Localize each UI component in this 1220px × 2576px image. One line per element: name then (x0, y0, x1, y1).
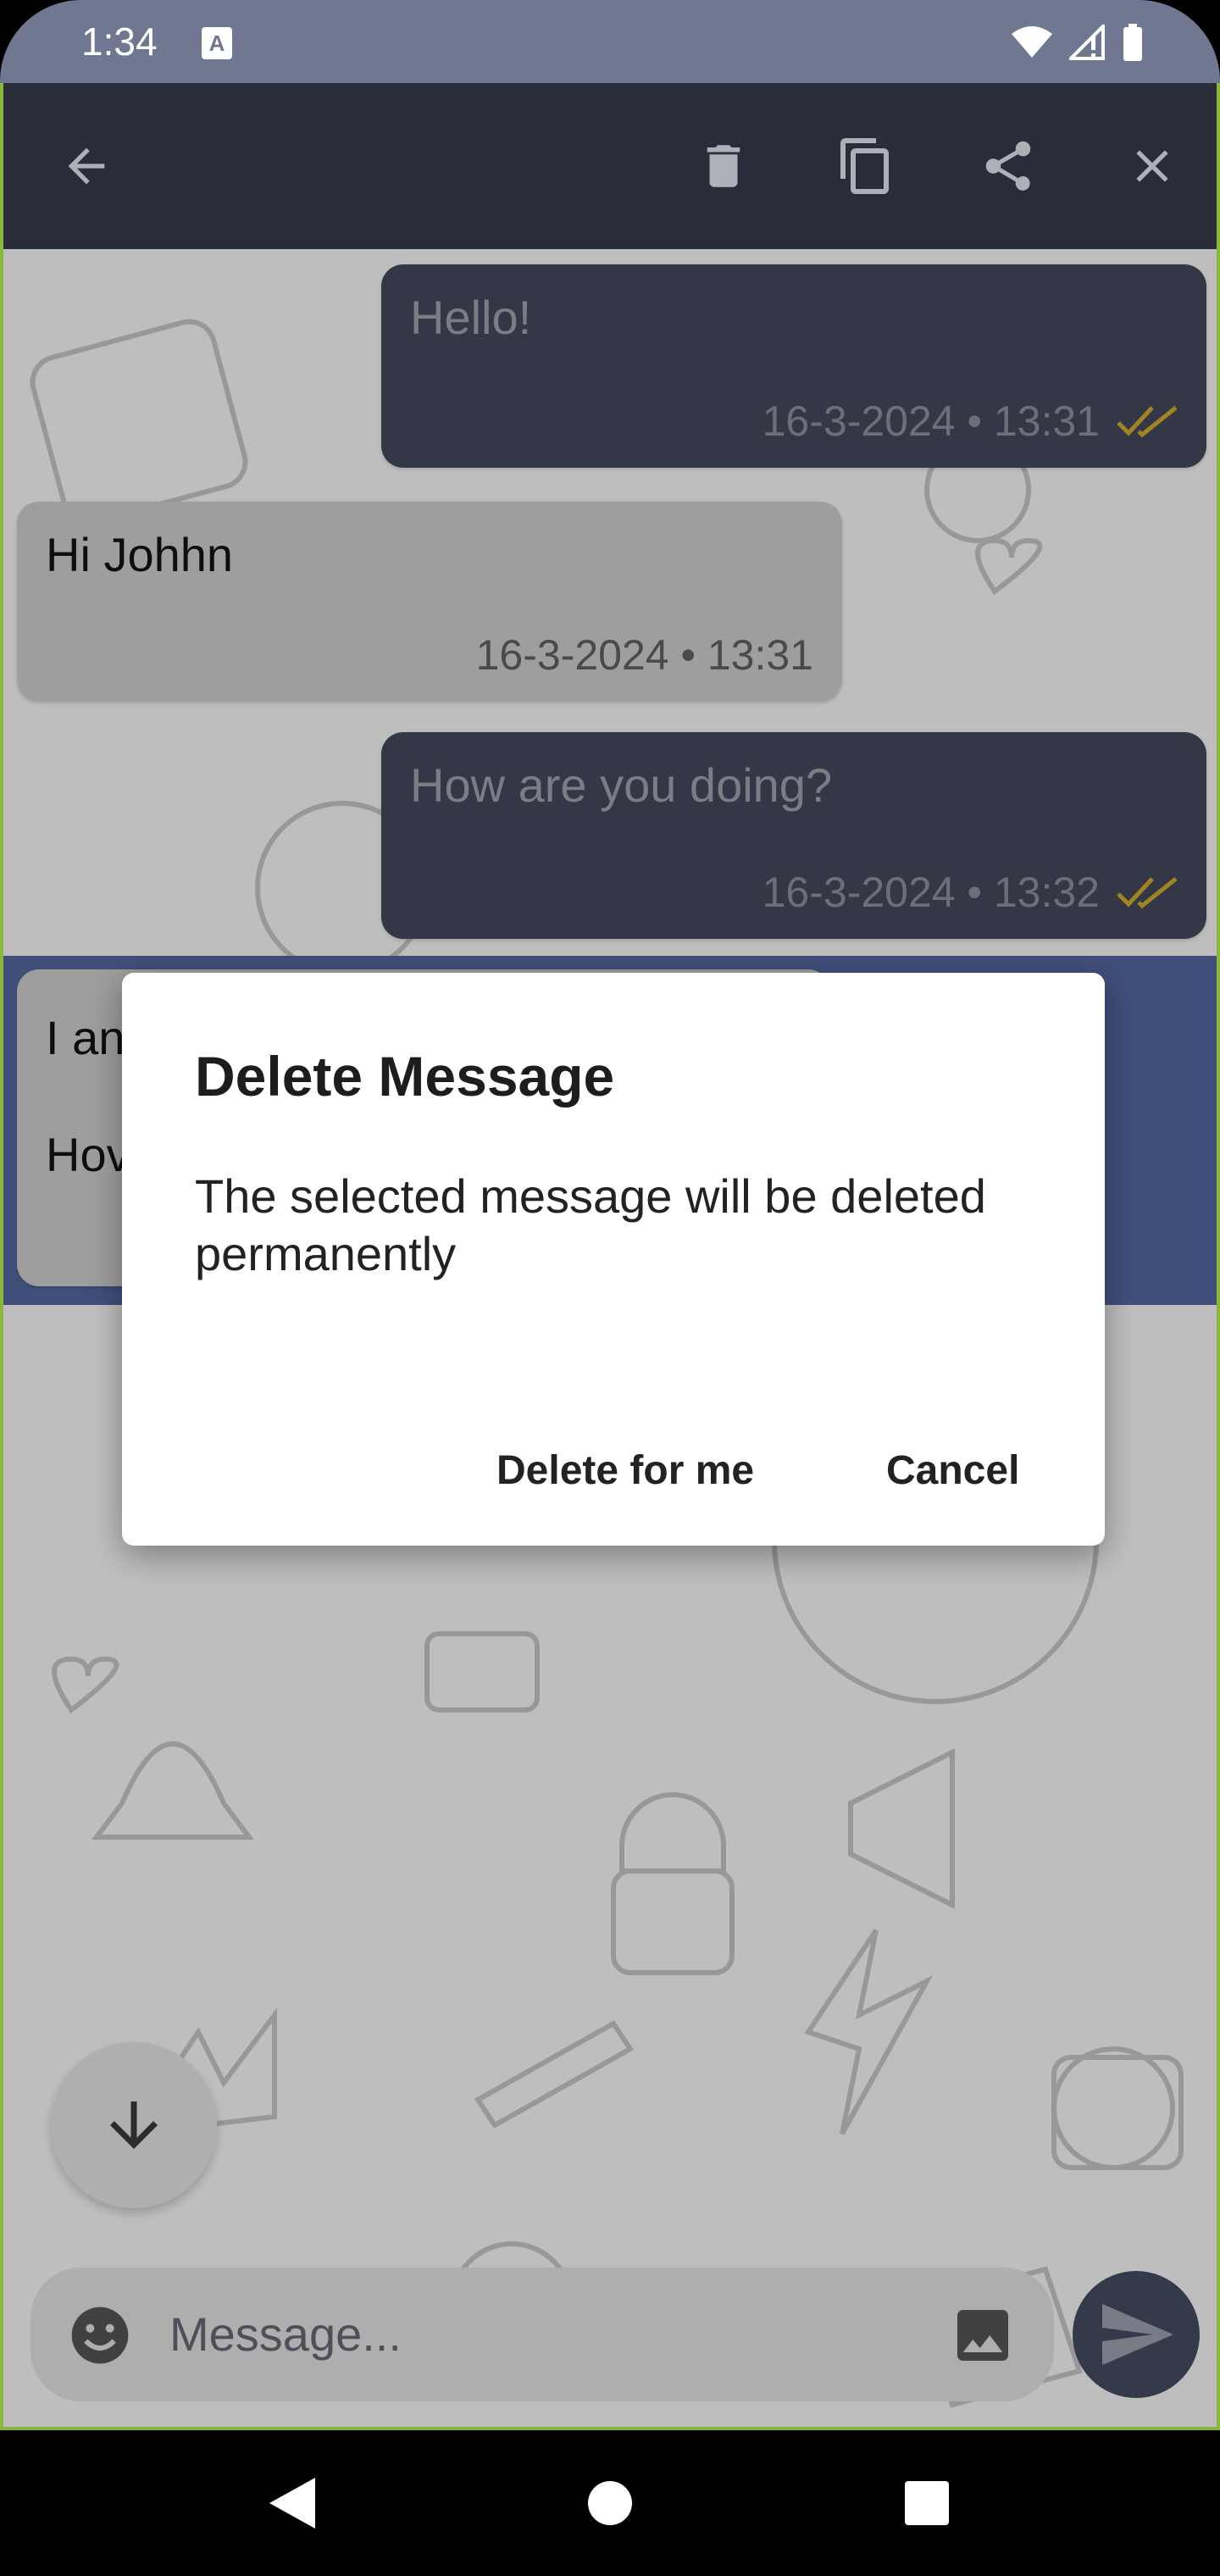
circle-home-icon (588, 2481, 632, 2525)
delete-for-me-button[interactable]: Delete for me (496, 1447, 754, 1494)
dialog-title: Delete Message (195, 1045, 615, 1108)
system-navigation-bar (0, 2430, 1220, 2576)
signal-icon (1069, 25, 1105, 60)
message-composer (30, 2268, 1054, 2401)
chat-screen: Hello! 16-3-2024 • 13:31 Hi Johhn 16-3-2… (0, 83, 1220, 2430)
cancel-button[interactable]: Cancel (886, 1447, 1019, 1494)
status-bar: 1:34 A (0, 0, 1220, 83)
emoji-icon[interactable] (66, 2301, 134, 2369)
wifi-icon (1012, 26, 1052, 58)
send-button[interactable] (1073, 2271, 1200, 2398)
nav-home-button[interactable] (574, 2468, 646, 2539)
battery-icon (1123, 24, 1142, 61)
scroll-down-button[interactable] (51, 2042, 217, 2208)
nav-recents-button[interactable] (891, 2468, 962, 2539)
arrow-down-icon (110, 2101, 158, 2149)
a-icon: A (202, 27, 232, 59)
nav-back-button[interactable] (256, 2468, 327, 2539)
image-icon[interactable] (949, 2301, 1017, 2369)
triangle-back-icon (269, 2478, 315, 2529)
status-icons (1010, 22, 1144, 63)
send-icon (1102, 2304, 1173, 2365)
phone-screen: 1:34 A Hello! 16-3-2024 • 13:31 Hi Johhn… (0, 0, 1220, 2576)
square-recents-icon (905, 2481, 949, 2525)
dialog-body: The selected message will be deleted per… (195, 1169, 986, 1280)
status-time: 1:34 (81, 19, 158, 64)
delete-message-dialog: Delete Message The selected message will… (122, 973, 1105, 1546)
message-input[interactable] (169, 2291, 932, 2376)
